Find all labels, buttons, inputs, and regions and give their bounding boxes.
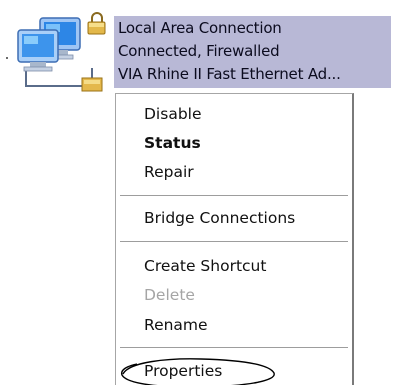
menu-item-disable[interactable]: Disable — [144, 104, 202, 124]
lock-icon — [87, 12, 106, 35]
connection-name: Local Area Connection — [118, 19, 282, 37]
menu-item-status[interactable]: Status — [144, 133, 201, 153]
connection-status: Connected, Firewalled — [118, 42, 280, 60]
network-computers-icon[interactable] — [12, 8, 116, 100]
menu-item-bridge-connections[interactable]: Bridge Connections — [144, 208, 295, 228]
context-menu: Disable Status Repair Bridge Connections… — [115, 93, 354, 385]
connection-device: VIA Rhine II Fast Ethernet Ad... — [118, 65, 341, 83]
menu-item-repair[interactable]: Repair — [144, 162, 194, 182]
ellipse-highlight-annotation — [120, 358, 275, 385]
menu-item-delete: Delete — [144, 286, 195, 304]
menu-separator — [120, 241, 348, 243]
screenshot-stage: Local Area Connection Connected, Firewal… — [0, 0, 395, 385]
menu-separator — [120, 347, 348, 349]
menu-separator — [120, 195, 348, 197]
stray-dot — [6, 57, 8, 59]
menu-item-create-shortcut[interactable]: Create Shortcut — [144, 256, 266, 276]
connection-label-selected[interactable]: Local Area Connection Connected, Firewal… — [114, 16, 391, 88]
menu-item-rename[interactable]: Rename — [144, 315, 208, 335]
